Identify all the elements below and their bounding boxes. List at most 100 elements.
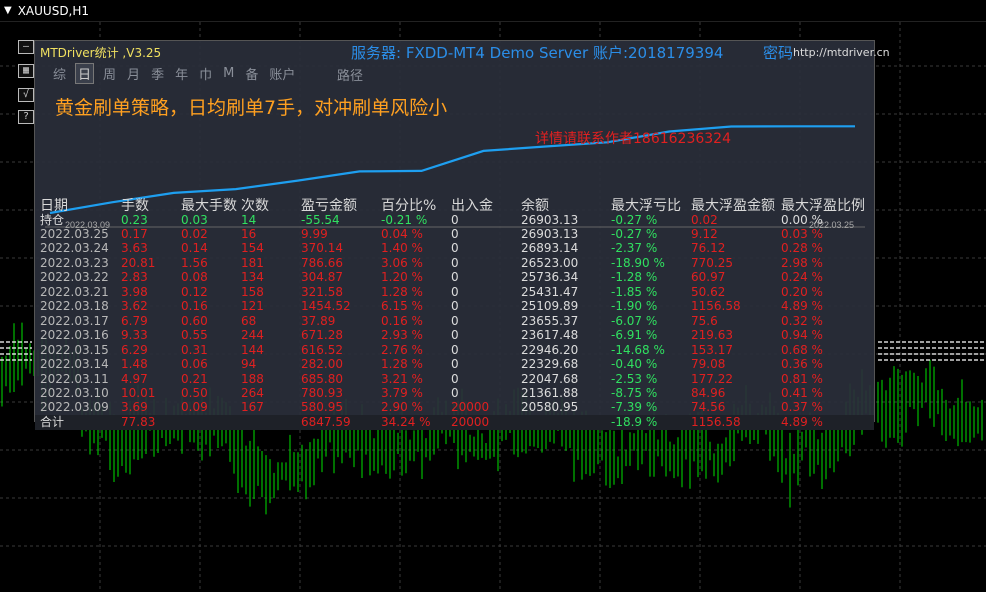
table-cell: 2022.03.22: [40, 270, 109, 285]
table-cell: 34.24 %: [381, 414, 431, 429]
table-cell: 2022.03.11: [40, 371, 109, 386]
table-cell: -55.54: [301, 213, 340, 227]
table-cell: 9.12: [691, 227, 718, 241]
table-row: 2022.03.14 1.48 0.06 94 282.00 1.28 % 0 22329.6…: [35, 357, 874, 372]
tab-backup[interactable]: 备: [243, 64, 260, 83]
table-cell: 1.20 %: [381, 270, 423, 285]
table-row: 2022.03.16 9.33 0.55 244 671.28 2.93 % 0 23617.…: [35, 328, 874, 343]
chart-title-bar: ▼ XAUUSD,H1: [0, 0, 986, 22]
table-cell: 188: [241, 371, 264, 386]
table-cell: 14: [241, 213, 257, 227]
table-cell: 0.24 %: [781, 270, 823, 285]
tab-7[interactable]: 巾: [197, 64, 214, 83]
table-cell: 6.79: [121, 313, 148, 328]
table-row: 2022.03.15 6.29 0.31 144 616.52 2.76 % 0 22946.…: [35, 343, 874, 358]
table-cell: 2022.03.23: [40, 255, 109, 270]
minimize-icon[interactable]: —: [18, 40, 34, 54]
table-cell: 0.94 %: [781, 328, 823, 343]
table-cell: 25109.89: [521, 299, 579, 314]
table-cell: 0.03 %: [781, 227, 823, 241]
table-cell: 0.36 %: [781, 357, 823, 372]
table-cell: 74.56: [691, 400, 726, 415]
table-cell: -6.91 %: [611, 328, 658, 343]
tab-month[interactable]: 月: [125, 64, 142, 83]
table-cell: 167: [241, 400, 264, 415]
table-cell: 0.09: [181, 400, 208, 415]
help-icon[interactable]: ?: [18, 110, 34, 124]
table-cell: -18.90 %: [611, 255, 665, 270]
table-cell: 3.21 %: [381, 371, 423, 386]
tab-quarter[interactable]: 季: [149, 64, 166, 83]
tab-m[interactable]: M: [221, 66, 236, 81]
site-url[interactable]: http://mtdriver.cn: [793, 46, 890, 59]
table-cell: 6.29: [121, 342, 148, 357]
table-cell: 0.31: [181, 342, 208, 357]
table-cell: 153.17: [691, 342, 733, 357]
table-cell: 9.99: [301, 227, 328, 241]
holding-row: 持仓 0.23 0.03 14 -55.54 -0.21 % 0 26903.13 -0.27 …: [35, 213, 874, 228]
table-cell: 0.28 %: [781, 241, 823, 256]
table-cell: 0.60: [181, 313, 208, 328]
table-cell: 181: [241, 255, 264, 270]
table-cell: 0.17: [121, 227, 148, 241]
table-cell: -1.85 %: [611, 284, 658, 299]
table-cell: 0: [451, 313, 459, 328]
tab-summary[interactable]: 综: [51, 64, 68, 83]
table-cell: 0.14: [181, 241, 208, 256]
chart-icon[interactable]: √: [18, 88, 34, 102]
password-label: 密码: [763, 44, 794, 62]
table-cell: 0.68 %: [781, 342, 823, 357]
table-cell: 16: [241, 227, 257, 241]
table-cell: 0.02: [691, 213, 718, 227]
table-cell: 3.06 %: [381, 255, 423, 270]
table-cell: 20580.95: [521, 400, 579, 415]
table-cell: 0: [451, 299, 459, 314]
table-cell: 0.20 %: [781, 284, 823, 299]
table-cell: 2022.03.16: [40, 328, 109, 343]
table-cell: 10.01: [121, 385, 156, 400]
table-cell: 60.97: [691, 270, 726, 285]
tab-week[interactable]: 周: [101, 64, 118, 83]
table-cell: 177.22: [691, 371, 733, 386]
table-cell: -18.9 %: [611, 414, 658, 429]
table-cell: 0: [451, 227, 459, 241]
tab-account[interactable]: 账户: [267, 64, 297, 83]
table-cell: 1454.52: [301, 299, 351, 314]
table-cell: 6847.59: [301, 414, 351, 429]
table-cell: 0.03: [181, 213, 208, 227]
table-cell: 20000: [451, 400, 490, 415]
table-row: 2022.03.24 3.63 0.14 154 370.14 1.40 % 0 26893.…: [35, 241, 874, 256]
table-cell: 0: [451, 284, 459, 299]
table-cell: 264: [241, 385, 264, 400]
table-cell: -7.39 %: [611, 400, 658, 415]
table-row: 2022.03.25 0.17 0.02 16 9.99 0.04 % 0 26903.13 -…: [35, 227, 874, 242]
table-cell: 580.95: [301, 400, 343, 415]
chart-menu-icon[interactable]: ▼: [4, 5, 12, 16]
table-row: 2022.03.23 20.81 1.56 181 786.66 3.06 % 0 26523…: [35, 256, 874, 271]
table-cell: 3.63: [121, 241, 148, 256]
table-cell: 158: [241, 284, 264, 299]
table-cell: 4.89 %: [781, 414, 823, 429]
grid-icon[interactable]: ▦: [18, 64, 34, 78]
table-cell: 2022.03.15: [40, 342, 109, 357]
table-cell: 0.06: [181, 357, 208, 372]
table-cell: 0.50: [181, 385, 208, 400]
table-cell: 2022.03.10: [40, 385, 109, 400]
table-cell: 0.00 %: [781, 213, 823, 227]
table-cell: 50.62: [691, 284, 726, 299]
table-cell: 0: [451, 385, 459, 400]
tab-year[interactable]: 年: [173, 64, 190, 83]
table-cell: 22946.20: [521, 342, 579, 357]
table-cell: 84.96: [691, 385, 726, 400]
table-cell: 6.15 %: [381, 299, 423, 314]
table-cell: 304.87: [301, 270, 343, 285]
table-cell: 0: [451, 270, 459, 285]
table-cell: 0: [451, 357, 459, 372]
table-cell: 0: [451, 255, 459, 270]
table-cell: 2.93 %: [381, 328, 423, 343]
table-cell: 1.48: [121, 357, 148, 372]
table-cell: 0.41 %: [781, 385, 823, 400]
table-row: 2022.03.17 6.79 0.60 68 37.89 0.16 % 0 23655.37…: [35, 314, 874, 329]
panel-header: MTDriver统计 ,V3.25 服务器: FXDD-MT4 Demo Ser…: [35, 41, 890, 63]
table-row: 2022.03.21 3.98 0.12 158 321.58 1.28 % 0 25431.…: [35, 285, 874, 300]
